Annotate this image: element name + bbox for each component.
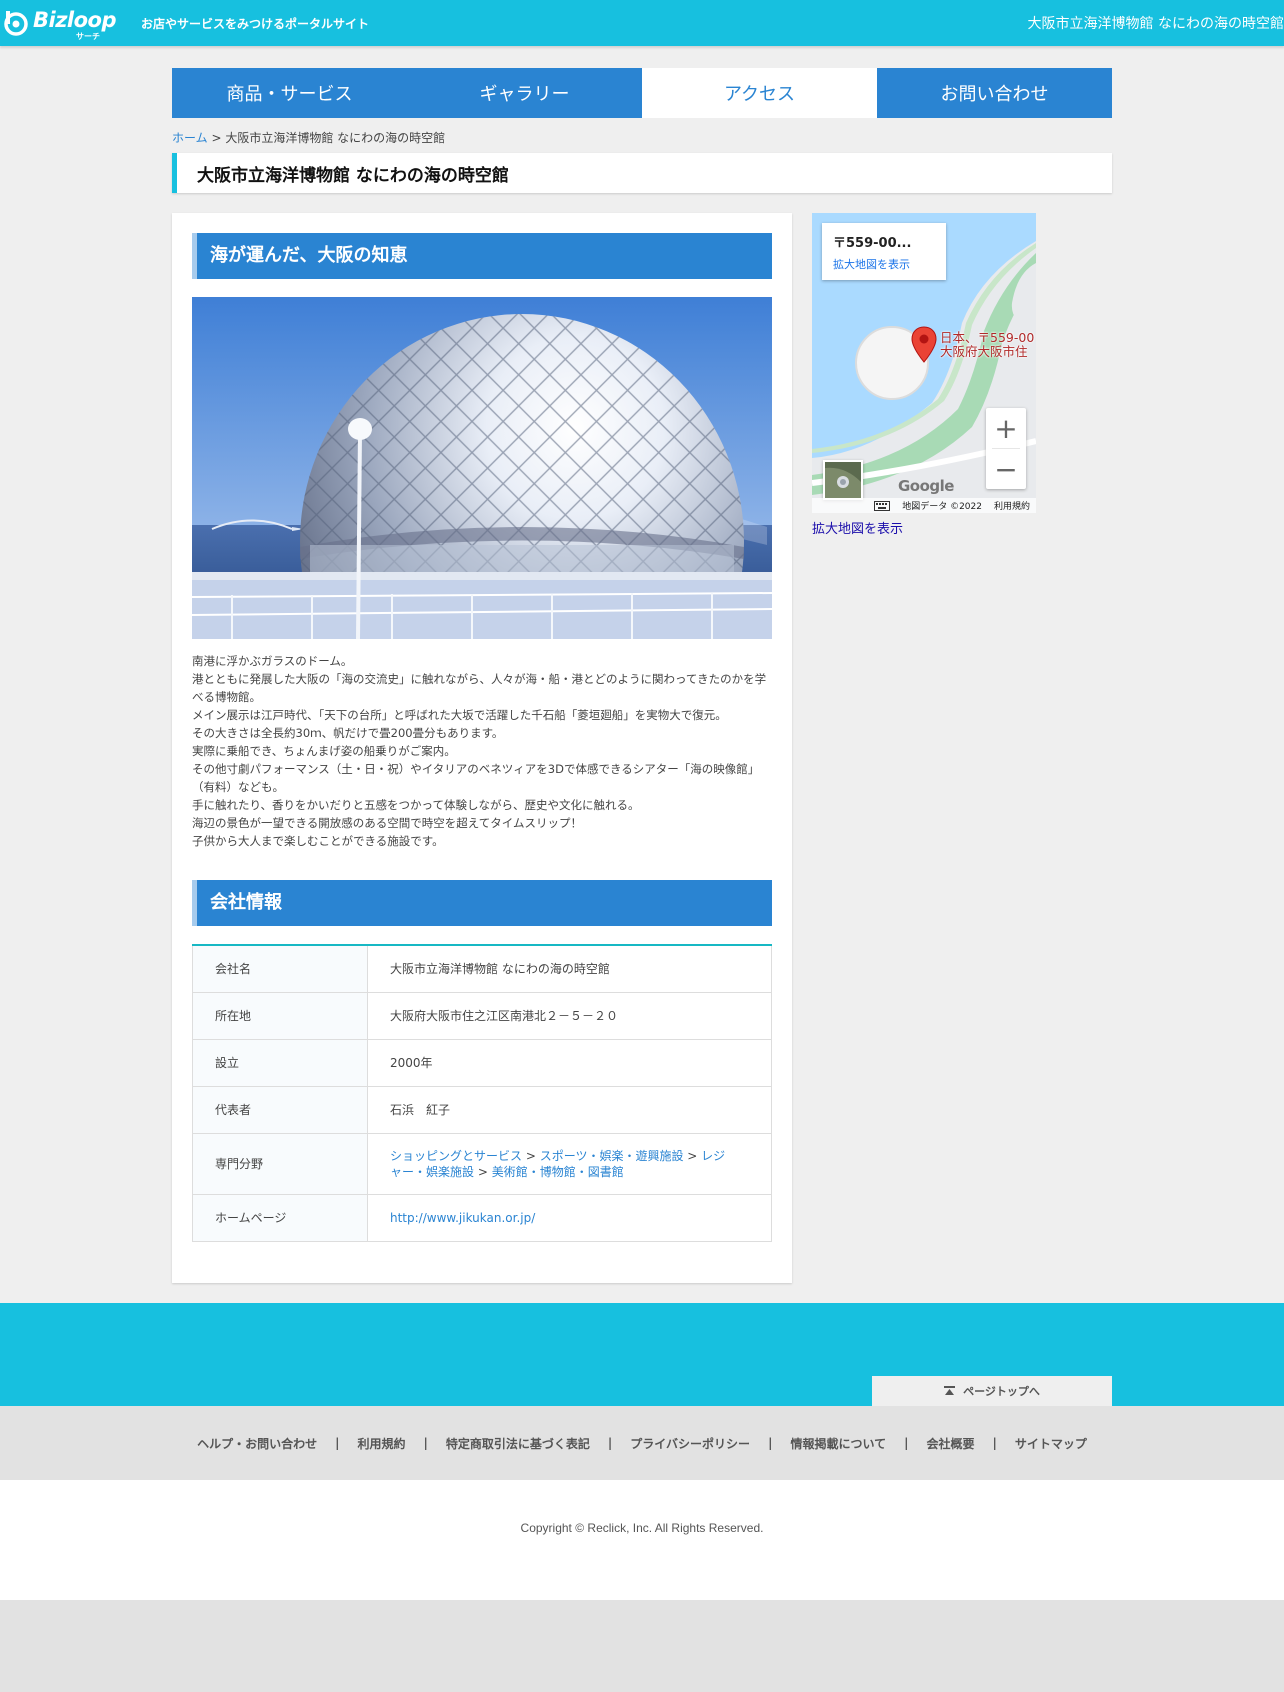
- site-tagline: お店やサービスをみつけるポータルサイト: [141, 17, 370, 31]
- intro-paragraph: 港とともに発展した大阪の「海の交流史」に触れながら、人々が海・船・港とどのように…: [192, 672, 767, 704]
- footer-link-help[interactable]: ヘルプ・お問い合わせ: [197, 1435, 317, 1452]
- map-card-enlarge-link[interactable]: 拡大地図を表示: [833, 256, 935, 272]
- footer-separator: |: [607, 1436, 613, 1450]
- table-row: ホームページ http://www.jikukan.or.jp/: [192, 1193, 772, 1242]
- footer-separator: |: [992, 1436, 997, 1450]
- breadcrumb: ホーム > 大阪市立海洋博物館 なにわの海の時空館: [172, 129, 445, 146]
- address-value: 大阪府大阪市住之江区南港北２－５－２０: [367, 991, 772, 1040]
- tab-products-services[interactable]: 商品・サービス: [172, 68, 407, 118]
- representative-key: 代表者: [192, 1085, 368, 1134]
- table-row: 所在地 大阪府大阪市住之江区南港北２－５－２０: [192, 991, 772, 1040]
- map-terms-link[interactable]: 利用規約: [994, 499, 1030, 512]
- company-name-key: 会社名: [192, 944, 368, 993]
- intro-paragraph: 南港に浮かぶガラスのドーム。: [192, 654, 353, 668]
- zoom-out-button[interactable]: −: [986, 449, 1026, 489]
- footer-link-privacy[interactable]: プライバシーポリシー: [630, 1435, 750, 1452]
- footer-link-commerce-law[interactable]: 特定商取引法に基づく表記: [446, 1435, 590, 1452]
- copyright-text: Copyright © Reclick, Inc. All Rights Res…: [520, 1521, 764, 1535]
- footer-separator: |: [335, 1436, 340, 1450]
- category-separator: >: [522, 1148, 540, 1163]
- satellite-thumbnail-icon: [825, 462, 861, 498]
- representative-value: 石浜 紅子: [367, 1085, 772, 1134]
- map-zoom-control: + −: [986, 408, 1026, 489]
- map-info-card: 〒559-00... 拡大地図を表示: [822, 223, 946, 280]
- main-content-card: 海が運んだ、大阪の知恵 南港に浮かぶガラスのドーム。 港とともに発展した大阪の「…: [172, 213, 792, 1283]
- page-title-box: 大阪市立海洋博物館 なにわの海の時空館: [172, 153, 1112, 193]
- company-info-heading: 会社情報: [192, 880, 772, 926]
- page-top-label: ページトップへ: [963, 1385, 1040, 1398]
- map-pin-label-line: 大阪府大阪市住: [940, 344, 1028, 359]
- intro-paragraph: 子供から大人まで楽しむことができる施設です。: [192, 834, 444, 848]
- intro-paragraph: 手に触れたり、香りをかいだりと五感をつかって体験しながら、歴史や文化に触れる。: [192, 798, 640, 812]
- category-link-sports[interactable]: スポーツ・娯楽・遊興施設: [540, 1149, 684, 1163]
- intro-paragraph: メイン展示は江戸時代、「天下の台所」と呼ばれた大坂で活躍した千石船「菱垣廻船」を…: [192, 708, 727, 722]
- map-card-address: 〒559-00...: [833, 236, 912, 251]
- breadcrumb-home-link[interactable]: ホーム: [172, 131, 208, 145]
- company-name-value: 大阪市立海洋博物館 なにわの海の時空館: [367, 944, 772, 993]
- table-row: 設立 2000年: [192, 1038, 772, 1087]
- footer-separator: |: [423, 1436, 428, 1450]
- category-separator: >: [683, 1148, 702, 1163]
- company-info-table: 会社名 大阪市立海洋博物館 なにわの海の時空館 所在地 大阪府大阪市住之江区南港…: [192, 944, 772, 1242]
- map-pin-label-line: 日本、〒559-00: [940, 330, 1035, 345]
- page-title: 大阪市立海洋博物館 なにわの海の時空館: [197, 166, 509, 186]
- intro-heading: 海が運んだ、大阪の知恵: [192, 233, 772, 279]
- intro-paragraph: 実際に乗船でき、ちょんまげ姿の船乗りがご案内。: [192, 744, 456, 758]
- bizloop-logo-icon: [4, 11, 28, 36]
- google-logo: Google: [898, 477, 954, 495]
- footer-link-company[interactable]: 会社概要: [927, 1435, 975, 1452]
- founded-key: 設立: [192, 1038, 368, 1087]
- homepage-value: http://www.jikukan.or.jp/: [367, 1193, 772, 1242]
- google-map[interactable]: 〒559-00... 拡大地図を表示 日本、〒559-00 大阪府大阪市住 + …: [812, 213, 1036, 513]
- footer-links: ヘルプ・お問い合わせ | 利用規約 | 特定商取引法に基づく表記 | プライバシ…: [0, 1406, 1284, 1480]
- intro-paragraph: その大きさは全長約30ｍ、帆だけで畳200畳分もあります。: [192, 726, 504, 740]
- tab-contact[interactable]: お問い合わせ: [877, 68, 1112, 118]
- map-satellite-toggle[interactable]: [823, 460, 863, 500]
- table-row: 代表者 石浜 紅子: [192, 1085, 772, 1134]
- page-top-button[interactable]: ページトップへ: [872, 1376, 1112, 1406]
- tab-gallery[interactable]: ギャラリー: [407, 68, 642, 118]
- bizloop-logo[interactable]: Bizloop サーチ: [2, 8, 117, 41]
- homepage-key: ホームページ: [192, 1193, 368, 1242]
- breadcrumb-separator: >: [207, 131, 226, 145]
- category-separator: >: [474, 1164, 492, 1179]
- map-pin-icon[interactable]: [911, 326, 937, 363]
- intro-paragraph: 海辺の景色が一望できる開放感のある空間で時空を超えてタイムスリップ！: [192, 816, 582, 830]
- footer-link-sitemap[interactable]: サイトマップ: [1015, 1435, 1087, 1452]
- shop-tabs: 商品・サービス ギャラリー アクセス お問い合わせ: [172, 68, 1112, 118]
- intro-paragraph: その他寸劇パフォーマンス（土・日・祝）やイタリアのベネツィアを3Dで体感できるシ…: [192, 762, 760, 794]
- address-key: 所在地: [192, 991, 368, 1040]
- keyboard-icon[interactable]: [874, 500, 891, 511]
- top-header: Bizloop サーチ お店やサービスをみつけるポータルサイト 大阪市立海洋博物…: [0, 0, 1284, 46]
- map-attribution: 地図データ ©2022: [902, 502, 982, 512]
- glass-dome-photo: [192, 297, 772, 639]
- intro-description: 南港に浮かぶガラスのドーム。 港とともに発展した大阪の「海の交流史」に触れながら…: [192, 652, 772, 850]
- copyright-area: Copyright © Reclick, Inc. All Rights Res…: [0, 1480, 1284, 1600]
- founded-value: 2000年: [367, 1038, 772, 1087]
- header-shop-title[interactable]: 大阪市立海洋博物館 なにわの海の時空館: [1028, 13, 1284, 33]
- logo-text: Bizloop: [33, 8, 117, 32]
- footer-link-terms[interactable]: 利用規約: [357, 1435, 405, 1452]
- table-row: 専門分野 ショッピングとサービス > スポーツ・娯楽・遊興施設 > レジャー・娯…: [192, 1132, 772, 1195]
- tab-access[interactable]: アクセス: [642, 68, 877, 118]
- enlarge-map-link[interactable]: 拡大地図を表示: [812, 518, 903, 537]
- footer-separator: |: [904, 1436, 909, 1450]
- category-key: 専門分野: [192, 1132, 368, 1195]
- bottom-filler: [0, 1600, 1284, 1692]
- footer-separator: |: [768, 1436, 773, 1450]
- breadcrumb-current: 大阪市立海洋博物館 なにわの海の時空館: [225, 131, 446, 145]
- category-value: ショッピングとサービス > スポーツ・娯楽・遊興施設 > レジャー・娯楽施設 >…: [367, 1132, 772, 1195]
- map-pin-label: 日本、〒559-00 大阪府大阪市住: [940, 331, 1034, 359]
- category-link-museum[interactable]: 美術館・博物館・図書館: [492, 1165, 624, 1179]
- homepage-link[interactable]: http://www.jikukan.or.jp/: [390, 1211, 535, 1225]
- table-row: 会社名 大阪市立海洋博物館 なにわの海の時空館: [192, 944, 772, 993]
- footer-link-listing-info[interactable]: 情報掲載について: [790, 1435, 886, 1452]
- zoom-in-button[interactable]: +: [986, 408, 1026, 448]
- category-link-shopping[interactable]: ショッピングとサービス: [390, 1149, 522, 1163]
- map-footer: 地図データ ©2022 利用規約: [812, 498, 1036, 513]
- logo-subtext: サーチ: [76, 32, 100, 41]
- arrow-up-icon: [944, 1385, 956, 1395]
